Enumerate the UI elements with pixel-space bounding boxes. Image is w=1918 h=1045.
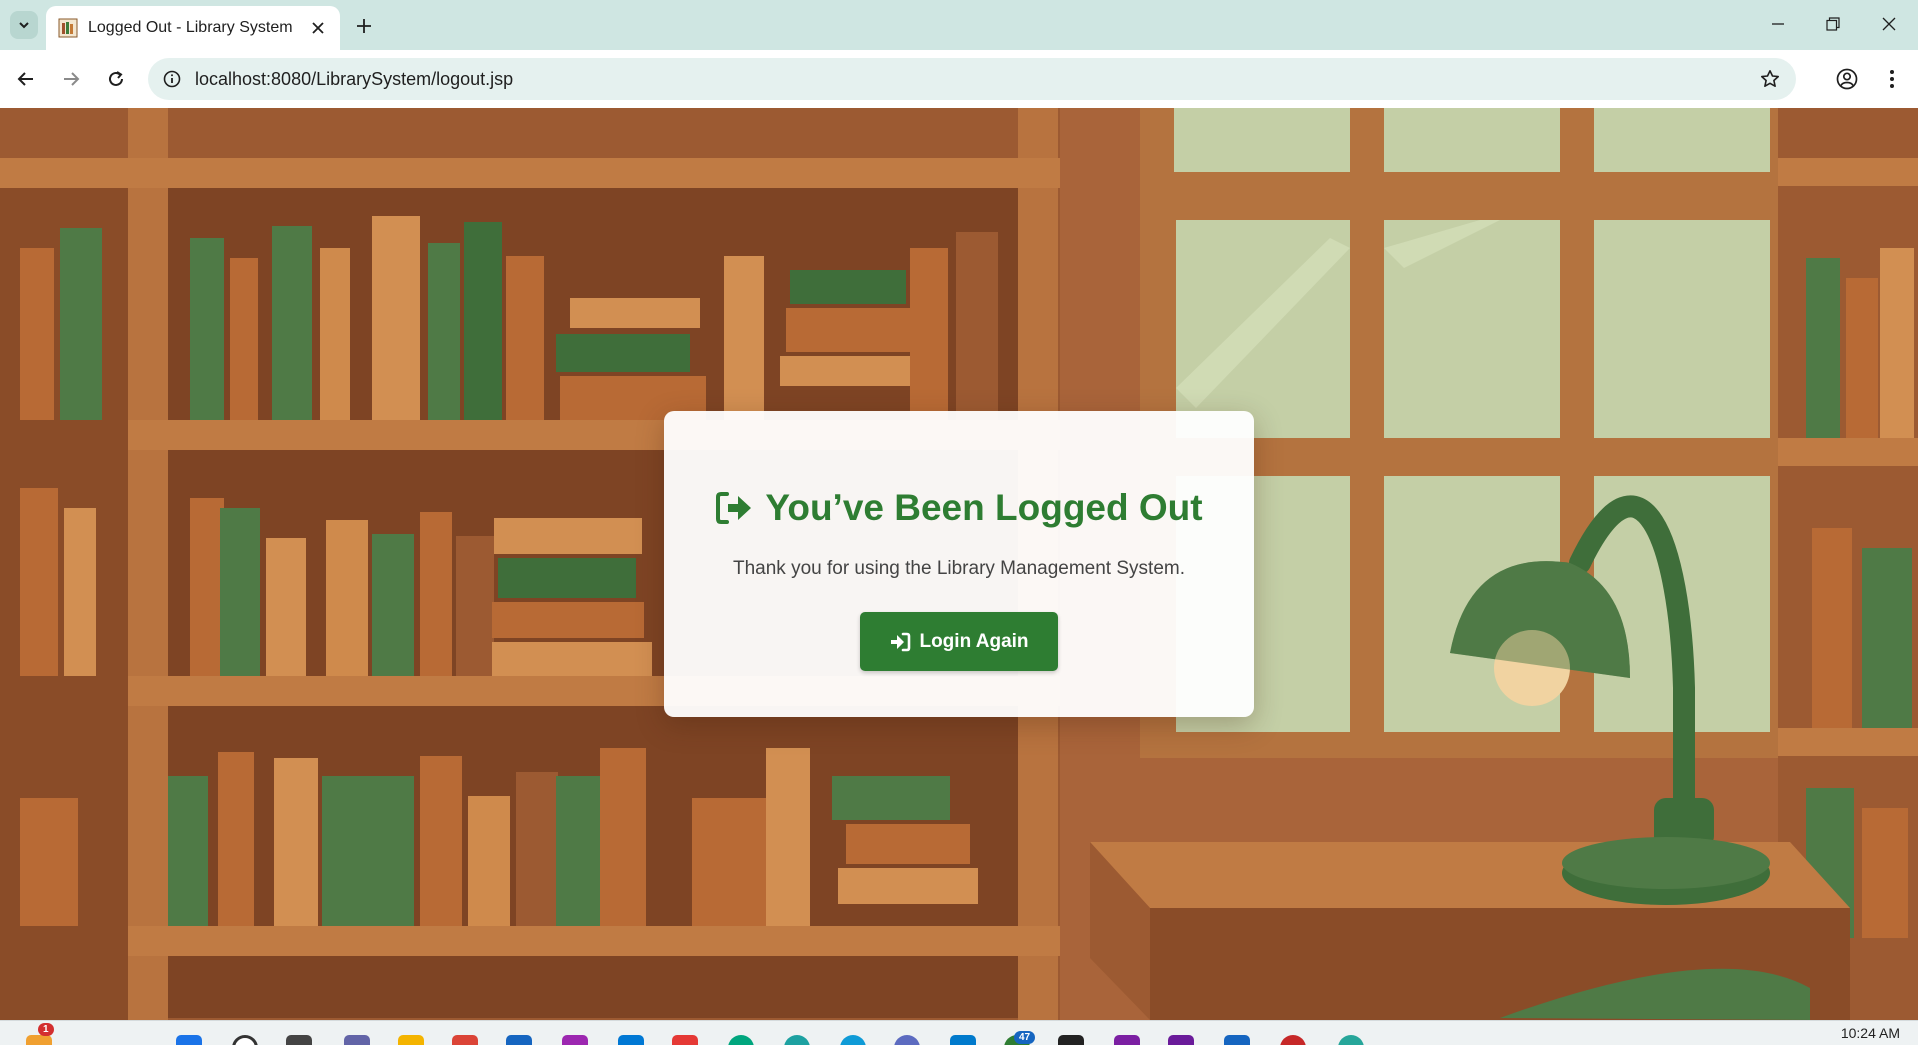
browser-tab-active[interactable]: Logged Out - Library System	[46, 6, 340, 50]
profile-button[interactable]	[1831, 63, 1863, 95]
mail-badge: 47	[1014, 1031, 1036, 1044]
login-again-button[interactable]: Login Again	[860, 612, 1058, 671]
page-viewport: You’ve Been Logged Out Thank you for usi…	[0, 108, 1918, 1020]
tab-search-button[interactable]	[10, 11, 38, 39]
address-bar[interactable]: localhost:8080/LibrarySystem/logout.jsp	[148, 58, 1796, 100]
task-view-icon[interactable]	[286, 1035, 312, 1045]
teams-icon[interactable]	[344, 1035, 370, 1045]
app-icon-9[interactable]	[1224, 1035, 1250, 1045]
login-again-label: Login Again	[919, 630, 1029, 652]
forward-arrow-icon	[64, 72, 80, 86]
app-icon-3[interactable]	[562, 1035, 588, 1045]
app-icon-10[interactable]	[1280, 1035, 1306, 1045]
visual-studio-icon[interactable]	[1114, 1035, 1140, 1045]
browser-tab-strip: Logged Out - Library System	[0, 0, 1918, 50]
app-icon-6[interactable]	[840, 1035, 866, 1045]
app-icon-7[interactable]	[894, 1035, 920, 1045]
browser-menu-button[interactable]	[1876, 63, 1908, 95]
app-icon-5[interactable]	[728, 1035, 754, 1045]
sign-out-icon	[716, 492, 752, 524]
edge-icon[interactable]	[784, 1035, 810, 1045]
bookmark-star-icon[interactable]	[1758, 67, 1782, 91]
clock-time[interactable]: 10:24 AM	[1841, 1025, 1900, 1041]
plus-icon	[357, 19, 371, 33]
chrome-icon[interactable]	[1338, 1035, 1364, 1045]
site-info-icon[interactable]	[160, 67, 184, 91]
app-icon-4[interactable]	[672, 1035, 698, 1045]
browser-toolbar: localhost:8080/LibrarySystem/logout.jsp	[0, 50, 1918, 108]
app-icon-1[interactable]	[452, 1035, 478, 1045]
sign-in-icon	[891, 632, 911, 651]
file-explorer-icon[interactable]	[398, 1035, 424, 1045]
os-taskbar: 1 47 10:24 AM	[0, 1020, 1918, 1045]
visual-studio-icon-2[interactable]	[1168, 1035, 1194, 1045]
chevron-down-icon	[19, 22, 29, 29]
back-arrow-icon	[17, 72, 33, 86]
forward-button[interactable]	[55, 63, 87, 95]
tab-close-icon[interactable]	[308, 18, 328, 38]
logout-heading: You’ve Been Logged Out	[664, 487, 1254, 529]
notification-badge: 1	[38, 1023, 54, 1036]
library-favicon-icon	[58, 18, 78, 38]
logout-message: Thank you for using the Library Manageme…	[732, 558, 1185, 579]
page-title: You’ve Been Logged Out	[765, 487, 1203, 528]
logout-card: You’ve Been Logged Out Thank you for usi…	[664, 411, 1254, 717]
profile-icon	[1836, 68, 1858, 90]
app-icon-8[interactable]	[1058, 1035, 1084, 1045]
new-tab-button[interactable]	[350, 12, 378, 40]
reload-button[interactable]	[100, 63, 132, 95]
search-icon[interactable]	[232, 1035, 258, 1045]
close-icon	[1882, 17, 1896, 31]
vscode-icon[interactable]	[950, 1035, 976, 1045]
close-window-button[interactable]	[1861, 6, 1917, 42]
url-text[interactable]: localhost:8080/LibrarySystem/logout.jsp	[195, 69, 513, 90]
back-button[interactable]	[10, 63, 42, 95]
minimize-icon	[1772, 23, 1784, 25]
app-icon-2[interactable]	[506, 1035, 532, 1045]
start-menu-icon[interactable]	[176, 1035, 202, 1045]
more-vertical-icon	[1890, 70, 1894, 88]
weather-widget-icon[interactable]	[26, 1035, 52, 1045]
restore-button[interactable]	[1805, 6, 1861, 42]
tab-title: Logged Out - Library System	[88, 19, 293, 36]
minimize-button[interactable]	[1750, 6, 1806, 42]
reload-icon	[109, 71, 123, 86]
store-icon[interactable]	[618, 1035, 644, 1045]
restore-icon	[1826, 17, 1840, 31]
